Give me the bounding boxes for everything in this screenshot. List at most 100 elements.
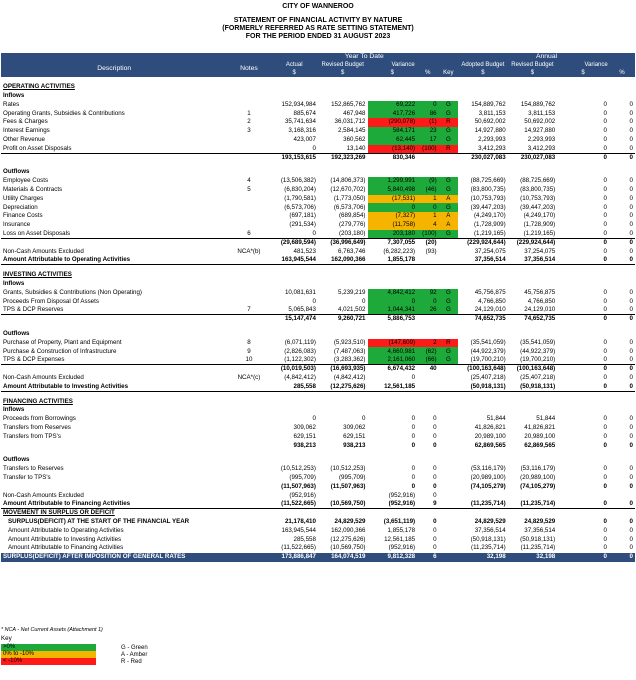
legend: Key >0% G - Green 0% to -10% A - Amber < -10… — [1, 635, 148, 666]
annual-variance-pct: 0 — [629, 100, 633, 108]
ytd-variance-pct: 0 — [417, 203, 439, 213]
row-note — [227, 314, 271, 324]
annual-variance: 0 — [557, 552, 609, 562]
row-note — [227, 256, 271, 266]
ytd-actual: 193,153,615 — [270, 152, 318, 163]
ytd-actual: (10,019,503) — [270, 364, 318, 374]
ytd-variance: 0 — [411, 473, 416, 481]
annual-variance-pct: 0 — [629, 229, 633, 237]
annual-variance: 0 — [557, 256, 609, 266]
ytd-revised-budget: 629,151 — [343, 432, 366, 440]
ytd-variance: 1,299,991 — [367, 176, 418, 186]
row-note: 1 — [247, 109, 251, 117]
table-row: Insurance (291,534) (279,776) (11,758) 4 A (1,… — [1, 220, 635, 230]
variance-key: G — [438, 229, 459, 239]
annual-adopted-budget: (44,922,379) — [470, 347, 506, 355]
ytd-revised-budget: 9,260,721 — [317, 314, 368, 324]
annual-adopted-budget: 230,027,083 — [458, 152, 508, 163]
ytd-variance: 203,180 — [367, 229, 418, 239]
ytd-variance: 6,674,432 — [367, 364, 418, 374]
annual-variance: 0 — [603, 297, 607, 305]
annual-variance-pct: 0 — [608, 552, 635, 562]
ytd-revised-budget: (203,180) — [339, 229, 366, 237]
row-description — [1, 314, 228, 324]
ytd-actual: (4,842,412) — [284, 374, 316, 381]
variance-key: G — [438, 100, 459, 110]
table-row: Amount Attributable to Financing Activit… — [1, 544, 635, 553]
table-row: FINANCING ACTIVITIES — [1, 397, 635, 406]
annual-variance: 0 — [603, 356, 607, 364]
table-row: Grants, Subsidies & Contributions (Non O… — [1, 288, 635, 298]
ytd-variance: (7,327) — [367, 212, 418, 221]
row-description: Proceeds from Borrowings — [3, 415, 76, 423]
row-description: Inflows — [3, 280, 25, 288]
annual-adopted-budget: (11,235,714) — [471, 544, 506, 552]
table-row: Transfers from Reserves 309,062 309,062 0 0 4… — [1, 424, 635, 433]
annual-variance: 0 — [603, 194, 607, 202]
table-row: Amount Attributable to Investing Activit… — [1, 382, 635, 392]
annual-variance-pct: 0 — [629, 517, 633, 525]
row-description: Amount Attributable to Investing Activit… — [1, 382, 228, 392]
ytd-actual: 423,007 — [293, 136, 316, 144]
org-name: CITY OF WANNEROO — [282, 3, 354, 10]
table-row: 15,147,474 9,260,721 5,886,753 74,652,735 74… — [1, 314, 635, 324]
annual-adopted-budget: 154,889,762 — [471, 100, 506, 108]
ytd-variance-pct: (62) — [417, 347, 439, 357]
annual-variance-pct: 0 — [629, 482, 633, 490]
annual-revised-budget: (50,918,131) — [520, 535, 556, 543]
annual-adopted-budget: (20,989,100) — [470, 473, 506, 481]
ytd-variance: (3,651,119) — [383, 517, 416, 525]
annual-revised-budget: (100,163,648) — [507, 364, 558, 374]
ytd-revised-budget: 0 — [362, 415, 366, 423]
ytd-actual: 285,558 — [293, 535, 316, 543]
annual-variance-pct: 0 — [629, 212, 633, 220]
variance-key — [439, 374, 458, 383]
annual-adopted-budget: 32,198 — [458, 552, 508, 562]
ytd-variance: 5,886,753 — [367, 314, 418, 324]
ytd-variance: 830,346 — [367, 152, 418, 163]
variance-key — [438, 382, 459, 392]
ytd-actual: (291,534) — [289, 221, 316, 229]
ytd-revised-budget: (279,776) — [339, 221, 366, 229]
annual-adopted-budget: 3,811,153 — [478, 109, 506, 117]
ytd-actual: 0 — [312, 229, 316, 237]
ytd-variance-pct — [417, 374, 439, 383]
annual-variance: 0 — [603, 127, 607, 135]
variance-key — [438, 500, 459, 510]
ytd-actual: (13,506,382) — [280, 177, 316, 185]
ytd-variance: 5,840,498 — [367, 185, 418, 195]
ytd-variance: 0 — [411, 432, 416, 440]
ytd-variance: (952,916) — [388, 544, 416, 552]
annual-variance: 0 — [557, 382, 609, 392]
row-description: Transfers to Reserves — [3, 465, 64, 473]
variance-key — [439, 526, 458, 535]
annual-adopted-budget: 45,756,875 — [474, 288, 506, 296]
annual-revised-budget: 37,254,075 — [524, 247, 556, 255]
table-row: Inflows — [1, 92, 635, 101]
annual-revised-budget: 62,869,565 — [524, 441, 556, 449]
ytd-actual: (11,522,665) — [281, 544, 316, 552]
ytd-actual: 938,213 — [293, 441, 316, 449]
row-note — [227, 145, 270, 154]
ytd-variance-pct — [417, 256, 439, 266]
annual-revised-budget: 41,826,821 — [524, 423, 556, 431]
annual-variance-pct: 0 — [629, 144, 633, 152]
table-row: Depreciation (6,573,706) (6,573,706) 0 0 G (39… — [1, 203, 635, 213]
ytd-revised-budget: 162,090,366 — [317, 256, 368, 266]
variance-key — [439, 535, 458, 544]
annual-revised-budget: 4,766,850 — [527, 297, 556, 305]
row-description: FINANCING ACTIVITIES — [3, 397, 73, 405]
annual-variance-pct: 0 — [608, 314, 635, 324]
row-note — [227, 289, 270, 298]
variance-key — [439, 544, 458, 553]
row-note — [227, 195, 270, 204]
ytd-variance-pct: 0 — [433, 535, 437, 543]
ytd-actual: 285,558 — [270, 382, 318, 392]
currency-unit: $ — [557, 69, 609, 77]
table-row: (11,507,963) (11,507,963) 0 0 (74,105,279) (7… — [1, 482, 635, 491]
annual-revised-budget: (1,219,165) — [523, 229, 556, 237]
annual-variance-pct: 0 — [629, 347, 633, 355]
table-row: Materials & Contracts 5 (6,830,204) (12,670… — [1, 185, 635, 195]
ytd-actual: (995,709) — [289, 473, 316, 481]
annual-adopted-budget: (19,700,210) — [470, 356, 506, 364]
